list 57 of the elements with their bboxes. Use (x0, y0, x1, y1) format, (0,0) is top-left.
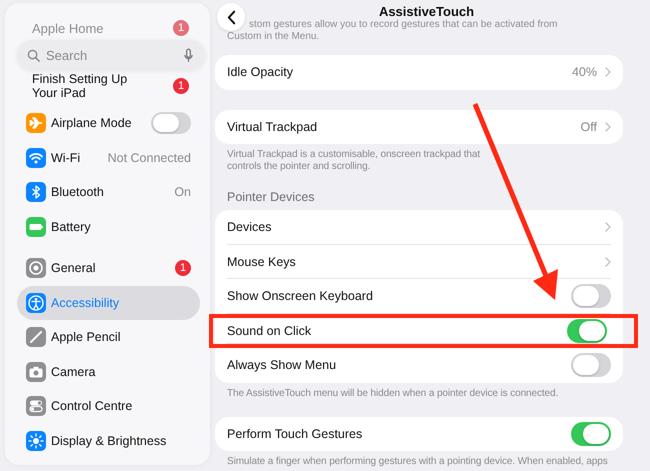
sidebar-item[interactable]: Camera (17, 354, 200, 389)
sidebar-item[interactable]: Apple Pencil (17, 320, 200, 354)
value-text: 40% (572, 65, 597, 80)
description-text: stom gestures allow you to record gestures that can be activated from Custom in the Menu. (226, 19, 558, 43)
battery-icon (26, 216, 46, 237)
footnote-text: Simulate a finger when performing gestures with a pointing device. When enabled, apps (226, 455, 609, 468)
toggle-switch[interactable] (571, 353, 611, 378)
settings-row[interactable]: Virtual Trackpad Off (215, 110, 611, 144)
sidebar-item[interactable]: Airplane Mode (17, 106, 200, 140)
chevron-icon (605, 122, 611, 132)
back-icon (226, 10, 236, 24)
accessibility-icon (26, 292, 46, 313)
toggle-switch[interactable] (571, 422, 611, 446)
notification-badge: 1 (173, 20, 189, 36)
search-field[interactable]: Search (46, 48, 178, 62)
toggle-switch[interactable] (151, 112, 191, 134)
sidebar-item[interactable]: General 1 (17, 251, 200, 286)
chevron-icon (605, 67, 611, 78)
settings-row[interactable]: Sound on Click (215, 318, 607, 344)
sidebar-item[interactable]: Battery (17, 210, 200, 244)
pencil-icon (26, 327, 46, 348)
sidebar-item[interactable]: Finish Setting Up Your iPad 1 (5, 72, 210, 100)
item-label: Finish Setting Up Your iPad (32, 72, 128, 100)
airplane-icon (26, 113, 46, 134)
wifi-icon (26, 148, 46, 168)
section-header: Pointer Devices (227, 189, 316, 205)
gear-icon (26, 258, 46, 278)
chevron-icon (605, 256, 611, 267)
settings-row[interactable]: Perform Touch Gestures (215, 416, 611, 451)
settings-row[interactable]: Devices (215, 210, 611, 244)
search-bar[interactable]: Search (17, 40, 205, 70)
sidebar-item[interactable]: Display & Brightness (17, 424, 200, 458)
toggle-switch[interactable] (567, 318, 607, 343)
footnote-text: Virtual Trackpad is a customisable, onscreen trackpad that controls the pointer and scrolling. (226, 148, 482, 173)
sidebar-item[interactable]: Bluetooth On (17, 175, 200, 210)
microphone-icon[interactable] (184, 48, 193, 62)
back-button[interactable] (217, 3, 245, 31)
sun-icon (26, 430, 46, 451)
status-text: Not Connected (108, 150, 191, 165)
status-text: On (174, 185, 191, 200)
bluetooth-icon (26, 182, 46, 202)
sidebar-item[interactable]: Wi-Fi Not Connected (17, 140, 200, 175)
toggle-switch[interactable] (571, 284, 611, 308)
sidebar-item[interactable]: Control Centre (17, 389, 200, 424)
settings-row[interactable]: Always Show Menu (215, 348, 611, 382)
item-label: Apple Home (32, 20, 105, 36)
page-title: AssistiveTouch (378, 4, 474, 19)
notification-badge: 1 (175, 260, 191, 276)
notification-badge: 1 (173, 78, 189, 94)
value-text: Off (580, 120, 597, 134)
switches-icon (26, 396, 46, 416)
settings-row[interactable]: Idle Opacity 40% (215, 55, 611, 90)
search-icon (27, 48, 40, 62)
settings-row[interactable]: Mouse Keys (215, 244, 611, 279)
footnote-text: The AssistiveTouch menu will be hidden when a pointer device is connected. (226, 386, 560, 400)
chevron-icon (605, 222, 611, 232)
camera-icon (26, 362, 46, 382)
